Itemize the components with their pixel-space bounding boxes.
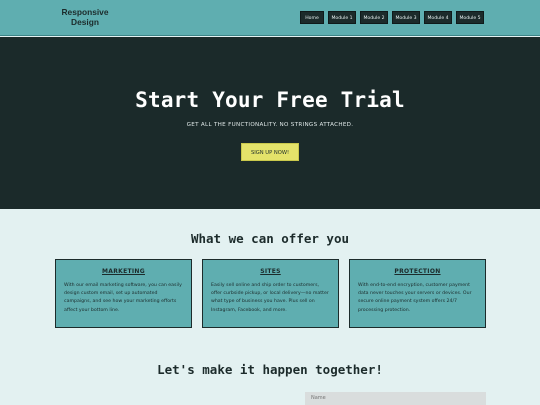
hero-subtitle: GET ALL THE FUNCTIONALITY. NO STRINGS AT…	[186, 122, 354, 128]
site-logo[interactable]: Responsive Design	[56, 7, 114, 27]
offer-heading: What we can offer you	[190, 231, 350, 246]
sign-up-button[interactable]: SIGN UP NOW!	[241, 143, 299, 161]
hero-title: Start Your Free Trial	[135, 88, 405, 112]
logo-line-1: Responsive	[61, 7, 109, 17]
nav-home[interactable]: Home	[300, 11, 324, 24]
card-title: MARKETING	[102, 268, 145, 275]
nav-module-2[interactable]: Module 2	[360, 11, 388, 24]
main-nav: Home Module 1 Module 2 Module 3 Module 4…	[300, 11, 484, 24]
card-protection: PROTECTION With end-to-end encryption, c…	[349, 259, 486, 328]
site-header: Responsive Design Home Module 1 Module 2…	[0, 0, 540, 36]
card-sites: SITES Easily sell online and ship order …	[202, 259, 339, 328]
nav-module-3[interactable]: Module 3	[392, 11, 420, 24]
card-title: PROTECTION	[394, 268, 441, 275]
contact-heading: Let's make it happen together!	[157, 362, 383, 377]
card-body: With end-to-end encryption, customer pay…	[358, 283, 472, 313]
nav-module-4[interactable]: Module 4	[424, 11, 452, 24]
nav-module-1[interactable]: Module 1	[328, 11, 356, 24]
hero-section: Start Your Free Trial GET ALL THE FUNCTI…	[0, 37, 540, 209]
card-body: Easily sell online and ship order to cus…	[211, 283, 329, 313]
name-input[interactable]	[305, 392, 486, 405]
logo-line-2: Design	[71, 17, 99, 27]
card-title: SITES	[260, 268, 281, 275]
card-body: With our email marketing software, you c…	[64, 283, 182, 313]
card-marketing: MARKETING With our email marketing softw…	[55, 259, 192, 328]
nav-module-5[interactable]: Module 5	[456, 11, 484, 24]
